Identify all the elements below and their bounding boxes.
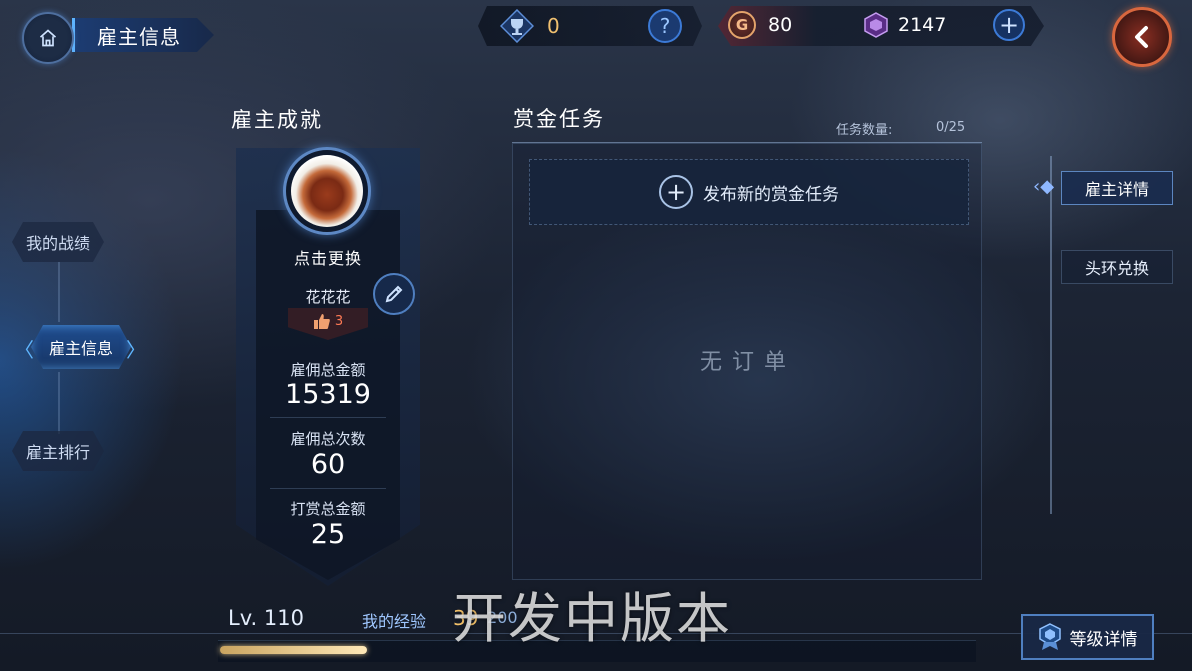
help-icon: ? xyxy=(659,14,671,38)
stat-label-total-count: 雇佣总次数 xyxy=(290,430,366,448)
right-tab-rail xyxy=(1050,156,1052,514)
task-count-value: 0/25 xyxy=(936,120,966,135)
thumbs-up-icon xyxy=(313,314,330,329)
edit-name-button[interactable] xyxy=(373,273,415,315)
gold-value: 80 xyxy=(768,14,793,36)
dev-version-watermark: 开发中版本 xyxy=(452,587,732,650)
help-button[interactable]: ? xyxy=(648,9,682,43)
chevron-left-icon: ‹◆ xyxy=(1033,176,1055,197)
stat-value-total-amount: 15319 xyxy=(285,379,371,410)
trophy-icon xyxy=(500,9,534,43)
tab-headband-exchange[interactable]: 头环兑换 xyxy=(1061,250,1173,284)
back-button[interactable] xyxy=(1112,7,1172,67)
achievement-title: 雇主成就 xyxy=(231,108,323,132)
empty-orders-label: 无订单 xyxy=(700,350,797,375)
tab-employer-details[interactable]: 雇主详情 xyxy=(1061,171,1173,205)
publish-bounty-button[interactable]: + 发布新的赏金任务 xyxy=(529,159,969,225)
bounty-divider xyxy=(512,142,982,143)
exp-label: 我的经验 xyxy=(362,612,427,631)
add-currency-button[interactable]: + xyxy=(993,9,1025,41)
home-icon xyxy=(39,29,57,47)
page-title: 雇主信息 xyxy=(72,18,214,52)
level-details-button[interactable]: 等级详情 xyxy=(1021,614,1154,660)
avatar[interactable] xyxy=(291,155,363,227)
plus-icon: + xyxy=(659,175,693,209)
chevron-right-icon: 〉 xyxy=(126,338,146,362)
nav-connector xyxy=(58,372,60,434)
nav-item-employer-info[interactable]: 雇主信息 xyxy=(31,325,131,369)
likes-count: 3 xyxy=(334,313,344,329)
stat-value-tip-amount: 25 xyxy=(310,519,346,550)
chevron-left-icon: 〈 xyxy=(14,338,34,362)
stat-divider xyxy=(270,488,386,489)
publish-bounty-label: 发布新的赏金任务 xyxy=(703,184,839,205)
stat-value-total-count: 60 xyxy=(310,449,346,480)
gold-coin-icon: G xyxy=(728,11,756,39)
pencil-icon xyxy=(385,285,403,303)
nav-connector xyxy=(58,262,60,322)
level-badge-icon xyxy=(1038,623,1061,650)
change-avatar-label[interactable]: 点击更换 xyxy=(256,245,400,269)
player-level: Lv. 110 xyxy=(228,606,304,630)
stat-divider xyxy=(270,417,386,418)
back-arrow-icon xyxy=(1135,26,1148,48)
plus-icon: + xyxy=(998,11,1020,39)
nav-item-employer-ranking[interactable]: 雇主排行 xyxy=(12,431,104,471)
bounty-title: 赏金任务 xyxy=(513,107,605,131)
trophy-count: 0 xyxy=(547,14,560,38)
task-count-label: 任务数量: xyxy=(836,123,893,138)
level-details-label: 等级详情 xyxy=(1069,629,1138,650)
home-button[interactable] xyxy=(22,12,74,64)
exp-progress-fill xyxy=(220,646,367,654)
gem-value: 2147 xyxy=(898,14,947,36)
stat-label-total-amount: 雇佣总金额 xyxy=(290,361,366,379)
stat-label-tip-amount: 打赏总金额 xyxy=(290,500,366,518)
gem-icon xyxy=(864,12,888,38)
nav-item-my-record[interactable]: 我的战绩 xyxy=(12,222,104,262)
